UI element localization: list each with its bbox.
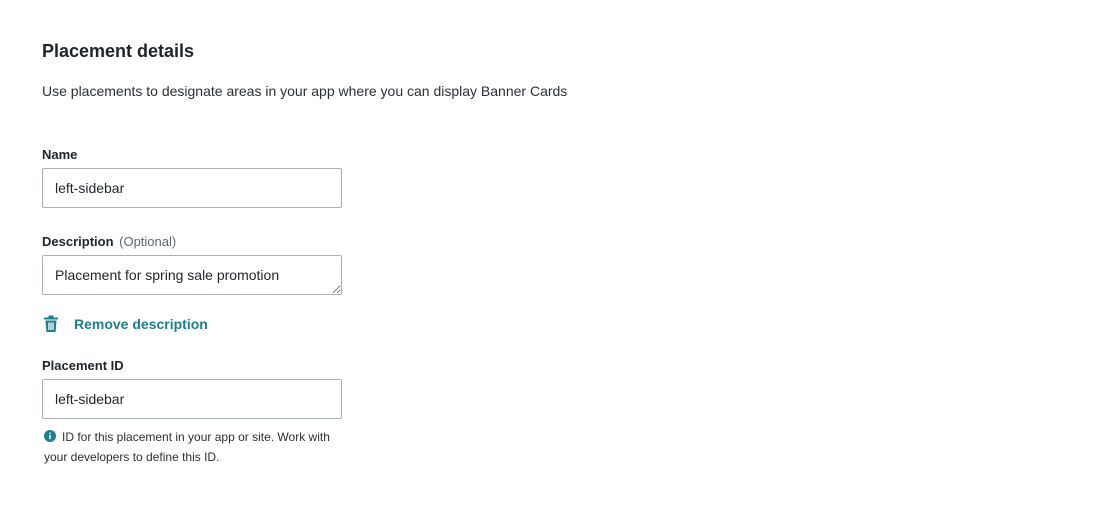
- section-title: Placement details: [42, 41, 195, 61]
- name-input[interactable]: [42, 168, 342, 208]
- placement-id-label-text: Placement ID: [42, 358, 124, 373]
- section-subtitle: Use placements to designate areas in you…: [42, 83, 568, 99]
- placement-id-label: Placement ID: [42, 358, 124, 373]
- remove-description-button[interactable]: Remove description: [42, 313, 208, 335]
- optional-label: (Optional): [119, 234, 177, 249]
- description-textarea[interactable]: Placement for spring sale promotion: [42, 255, 342, 295]
- help-text: ID for this placement in your app or sit…: [44, 430, 330, 464]
- info-icon: [44, 428, 56, 442]
- name-label-text: Name: [42, 147, 78, 162]
- placement-id-help: ID for this placement in your app or sit…: [44, 427, 344, 467]
- placement-id-input[interactable]: [42, 379, 342, 419]
- name-label: Name: [42, 147, 77, 162]
- remove-description-label: Remove description: [74, 316, 208, 332]
- trash-icon: [42, 315, 60, 333]
- description-label-text: Description: [42, 234, 114, 249]
- description-label: Description (Optional): [42, 234, 176, 249]
